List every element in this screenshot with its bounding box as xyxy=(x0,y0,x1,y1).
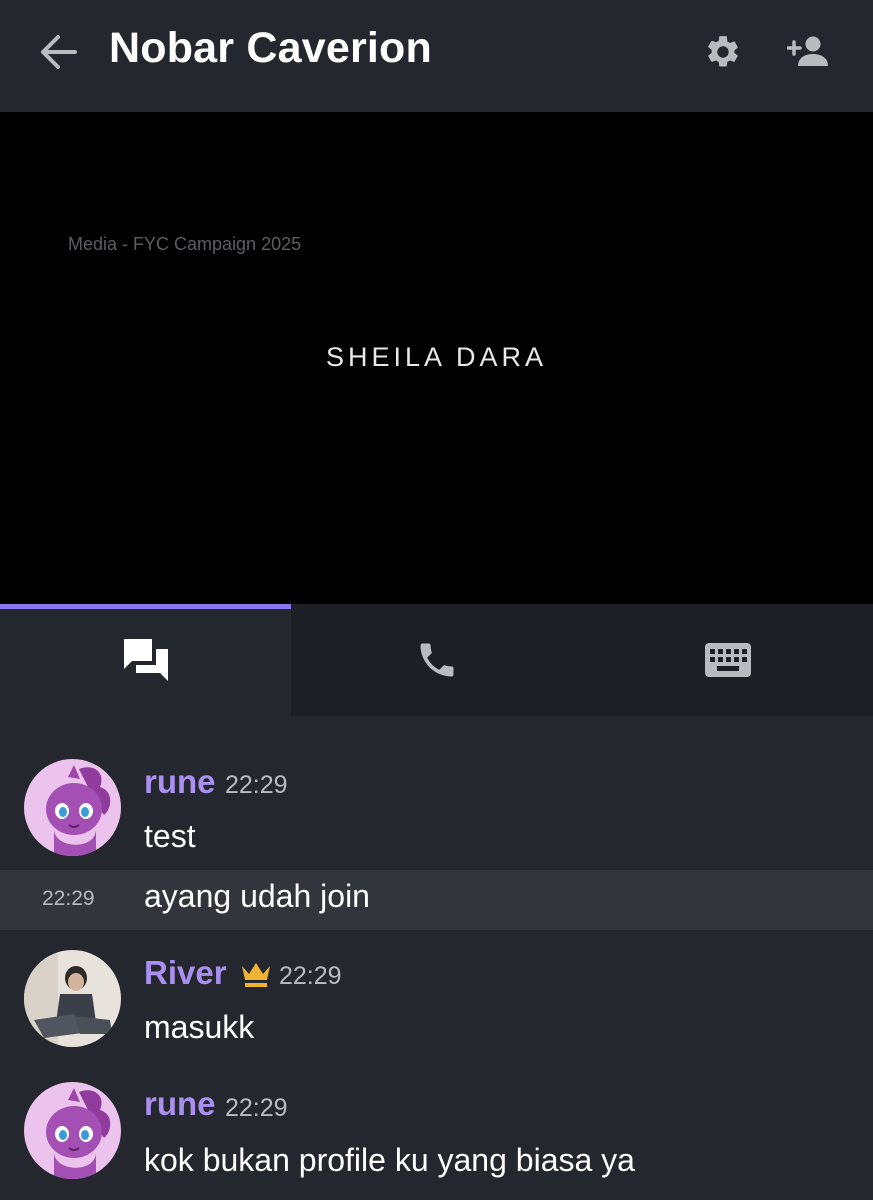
pony-avatar-icon xyxy=(24,1082,121,1179)
message-text: masukk xyxy=(144,1009,255,1045)
person-photo-avatar-icon xyxy=(24,950,121,1047)
message-timestamp: 22:29 xyxy=(42,887,95,910)
avatar[interactable] xyxy=(24,759,121,856)
back-button[interactable] xyxy=(34,30,82,74)
add-member-button[interactable] xyxy=(784,30,832,74)
message-timestamp: 22:29 xyxy=(225,1094,288,1122)
video-player[interactable]: Media - FYC Campaign 2025 SHEILA DARA xyxy=(0,112,873,604)
tab-bar xyxy=(0,604,873,716)
arrow-left-icon xyxy=(41,35,77,69)
video-caption: Media - FYC Campaign 2025 xyxy=(68,234,302,254)
tab-call[interactable] xyxy=(291,604,582,716)
chat-app: Nobar Caverion Media - FYC Campaign 2025… xyxy=(0,0,873,1200)
tab-keyboard[interactable] xyxy=(582,604,873,716)
message-text: test xyxy=(144,818,196,854)
pony-avatar-icon xyxy=(24,759,121,856)
message-timestamp: 22:29 xyxy=(225,771,288,799)
add-user-icon xyxy=(787,36,828,66)
header: Nobar Caverion xyxy=(0,0,873,112)
avatar[interactable] xyxy=(24,1082,121,1179)
page-title: Nobar Caverion xyxy=(109,24,432,72)
tab-chat[interactable] xyxy=(0,604,291,716)
chat-icon xyxy=(123,639,168,681)
crown-icon xyxy=(242,963,270,987)
username[interactable]: rune xyxy=(144,1085,216,1123)
avatar[interactable] xyxy=(24,950,121,1047)
settings-button[interactable] xyxy=(700,30,746,74)
message-text: kok bukan profile ku yang biasa ya xyxy=(144,1142,635,1178)
gear-icon xyxy=(708,36,738,67)
message-timestamp: 22:29 xyxy=(279,962,342,990)
message-text: ayang udah join xyxy=(144,878,370,914)
username[interactable]: rune xyxy=(144,763,216,801)
keyboard-icon xyxy=(704,643,751,677)
message-row-highlighted[interactable]: 22:29 ayang udah join xyxy=(0,870,873,930)
message-list: rune 22:29 test 22:29 ayang udah join Ri… xyxy=(0,716,873,1200)
video-title-card: SHEILA DARA xyxy=(325,342,548,372)
username[interactable]: River xyxy=(144,954,227,992)
phone-icon xyxy=(420,643,453,677)
